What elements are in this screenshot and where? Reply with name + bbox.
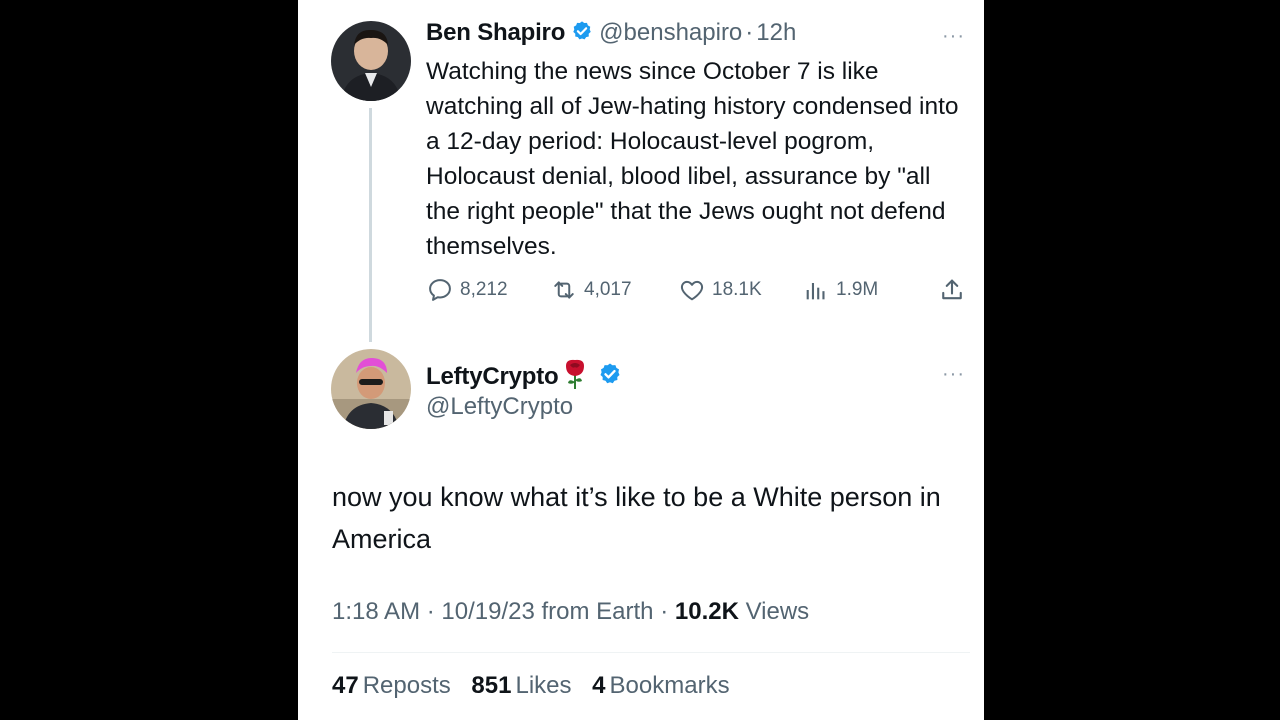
parent-author-row: Ben Shapiro @benshapiro · 12h (426, 19, 796, 47)
tweet-date[interactable]: 10/19/23 (441, 598, 534, 625)
likes-count: 851 (471, 672, 512, 699)
bookmarks-stat[interactable]: 4 Bookmarks (592, 672, 729, 699)
reply-more-options-button[interactable]: ··· (942, 364, 965, 384)
reply-author-name[interactable]: LeftyCrypto (426, 363, 559, 391)
views-count: 10.2K (674, 598, 739, 625)
views-button[interactable]: 1.9M (802, 276, 878, 304)
separator-dot: · (660, 598, 669, 625)
separator-dot: · (745, 19, 754, 46)
author-handle[interactable]: @benshapiro (599, 19, 742, 47)
share-icon (938, 276, 966, 304)
reply-handle-row: @LeftyCrypto (426, 393, 573, 421)
reply-icon (426, 276, 454, 304)
likes-stat[interactable]: 851 Likes (471, 672, 571, 699)
views-label: Views (745, 598, 810, 625)
tweet-time[interactable]: 1:18 AM (332, 598, 420, 625)
tweet-source: from Earth (541, 598, 654, 625)
separator-dot: · (426, 598, 435, 625)
share-button[interactable] (938, 276, 966, 304)
reposts-count: 47 (332, 672, 359, 699)
like-count: 18.1K (712, 279, 762, 300)
divider (332, 652, 970, 653)
like-button[interactable]: 18.1K (678, 276, 762, 304)
like-icon (678, 276, 706, 304)
thread-line (369, 108, 372, 342)
verified-badge-icon (598, 362, 622, 391)
reply-text: now you know what it’s like to be a Whit… (332, 482, 941, 554)
avatar[interactable] (331, 21, 411, 101)
reply-author-row: LeftyCrypto (426, 358, 628, 395)
reply-button[interactable]: 8,212 (426, 276, 508, 304)
reply-author-handle[interactable]: @LeftyCrypto (426, 393, 573, 421)
repost-count: 4,017 (584, 279, 632, 300)
bookmarks-label: Bookmarks (609, 672, 730, 699)
repost-button[interactable]: 4,017 (550, 276, 632, 304)
rose-icon (562, 358, 588, 395)
reposts-label: Reposts (362, 672, 451, 699)
more-options-button[interactable]: ··· (942, 26, 965, 46)
views-count: 1.9M (836, 279, 879, 300)
views-icon (802, 276, 830, 304)
verified-badge-icon (571, 20, 593, 47)
likes-label: Likes (515, 672, 572, 699)
action-bar: 8,212 4,017 18.1K 1.9M (426, 276, 971, 306)
engagement-stats: 47 Reposts 851 Likes 4 Bookmarks (332, 672, 744, 700)
reposts-stat[interactable]: 47 Reposts (332, 672, 451, 699)
bookmarks-count: 4 (592, 672, 606, 699)
repost-icon (550, 276, 578, 304)
reply-avatar[interactable] (331, 349, 411, 429)
tweet-meta: 1:18 AM · 10/19/23 from Earth · 10.2K Vi… (332, 598, 809, 626)
time-ago[interactable]: 12h (756, 19, 796, 47)
reply-count: 8,212 (460, 279, 508, 300)
author-name[interactable]: Ben Shapiro (426, 19, 565, 47)
tweet-screenshot-frame: Ben Shapiro @benshapiro · 12h ··· Watchi… (298, 0, 984, 720)
tweet-text: Watching the news since October 7 is lik… (426, 58, 959, 260)
